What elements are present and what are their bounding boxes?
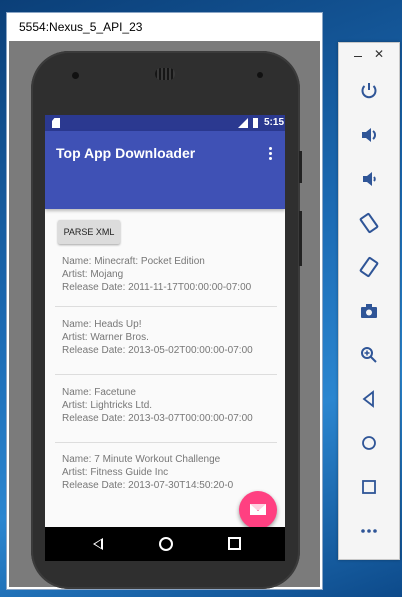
list-item[interactable]: Name: Heads Up! Artist: Warner Bros. Rel…: [62, 318, 262, 357]
navigation-bar: [45, 527, 285, 561]
nav-recents-icon[interactable]: [228, 537, 241, 550]
item-artist: Artist: Mojang: [62, 269, 124, 280]
item-artist: Artist: Fitness Guide Inc: [62, 467, 169, 478]
overflow-menu-icon[interactable]: [269, 147, 273, 161]
item-name: Name: Facetune: [62, 387, 136, 398]
emulator-window: 5554:Nexus_5_API_23 5:15 Top App Downloa…: [6, 12, 323, 590]
list-item[interactable]: Name: Facetune Artist: Lightricks Ltd. R…: [62, 386, 262, 425]
power-icon[interactable]: [351, 75, 387, 105]
item-release-date: Release Date: 2013-03-07T00:00:00-07:00: [62, 413, 253, 424]
home-icon[interactable]: [351, 427, 387, 457]
volume-down-icon[interactable]: [351, 163, 387, 193]
item-name: Name: Heads Up!: [62, 319, 142, 330]
sd-card-icon: [52, 118, 60, 128]
signal-icon: [238, 118, 248, 128]
list-divider: [55, 374, 277, 375]
nav-back-icon[interactable]: [93, 538, 103, 550]
device-screen: 5:15 Top App Downloader PARSE XML Name: …: [45, 115, 285, 527]
emulator-window-title: 5554:Nexus_5_API_23: [19, 20, 143, 34]
item-release-date: Release Date: 2011-11-17T00:00:00-07:00: [62, 282, 252, 293]
app-bar: Top App Downloader: [45, 131, 285, 209]
status-bar: 5:15: [45, 115, 285, 131]
list-item[interactable]: Name: 7 Minute Workout Challenge Artist:…: [62, 453, 262, 492]
more-icon[interactable]: [351, 515, 387, 545]
battery-icon: [253, 118, 258, 128]
minimize-icon[interactable]: [354, 56, 362, 57]
mail-icon: [250, 504, 266, 515]
speaker-grille: [155, 68, 175, 80]
volume-up-icon[interactable]: [351, 119, 387, 149]
camera-icon[interactable]: [351, 295, 387, 325]
item-release-date: Release Date: 2013-05-02T00:00:00-07:00: [62, 345, 253, 356]
item-release-date: Release Date: 2013-07-30T14:50:20-0: [62, 480, 234, 491]
overview-icon[interactable]: [351, 471, 387, 501]
item-name: Name: 7 Minute Workout Challenge: [62, 454, 221, 465]
emulator-side-toolbar: ✕: [338, 42, 400, 560]
app-title: Top App Downloader: [56, 145, 196, 161]
main-content: PARSE XML Name: Minecraft: Pocket Editio…: [45, 209, 285, 527]
emulator-stage: 5:15 Top App Downloader PARSE XML Name: …: [9, 41, 320, 589]
close-icon[interactable]: ✕: [374, 48, 384, 60]
phone-power-button[interactable]: [299, 151, 302, 183]
phone-volume-button[interactable]: [299, 211, 302, 266]
front-camera: [72, 72, 79, 79]
email-fab-button[interactable]: [239, 491, 277, 527]
phone-frame: 5:15 Top App Downloader PARSE XML Name: …: [31, 51, 302, 589]
list-divider: [55, 306, 277, 307]
nav-home-icon[interactable]: [159, 537, 173, 551]
list-item[interactable]: Name: Minecraft: Pocket Edition Artist: …: [62, 255, 262, 294]
list-divider: [55, 442, 277, 443]
sensor: [257, 72, 263, 78]
emulator-titlebar[interactable]: 5554:Nexus_5_API_23: [7, 13, 322, 41]
back-icon[interactable]: [351, 383, 387, 413]
zoom-icon[interactable]: [351, 339, 387, 369]
rotate-left-icon[interactable]: [351, 207, 387, 237]
item-name: Name: Minecraft: Pocket Edition: [62, 256, 205, 267]
item-artist: Artist: Lightricks Ltd.: [62, 400, 153, 411]
parse-xml-button[interactable]: PARSE XML: [58, 220, 120, 244]
status-time: 5:15: [264, 117, 285, 128]
item-artist: Artist: Warner Bros.: [62, 332, 149, 343]
rotate-right-icon[interactable]: [351, 251, 387, 281]
